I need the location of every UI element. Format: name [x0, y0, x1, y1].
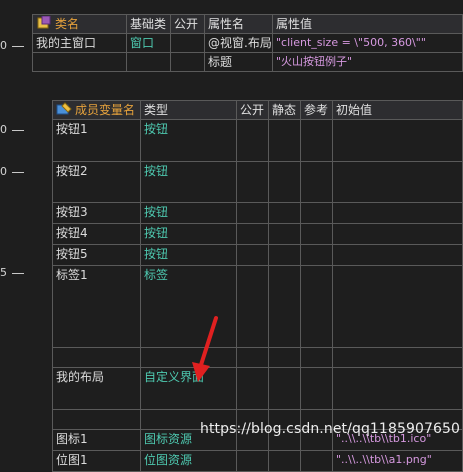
- initial-value-cell[interactable]: "..\\..\\tb\\a1.png": [332, 450, 463, 472]
- reference-cell[interactable]: [300, 450, 333, 472]
- member-row[interactable]: 位图1 位图资源 "..\\..\\tb\\a1.png": [52, 450, 463, 472]
- watermark-text: https://blog.csdn.net/qq1185907650: [200, 421, 461, 437]
- annotation-arrow: [192, 316, 218, 382]
- member-type-cell[interactable]: 位图资源: [140, 450, 237, 472]
- static-cell[interactable]: [268, 450, 301, 472]
- member-name-cell[interactable]: 位图1: [52, 450, 141, 472]
- public-cell[interactable]: [236, 450, 269, 472]
